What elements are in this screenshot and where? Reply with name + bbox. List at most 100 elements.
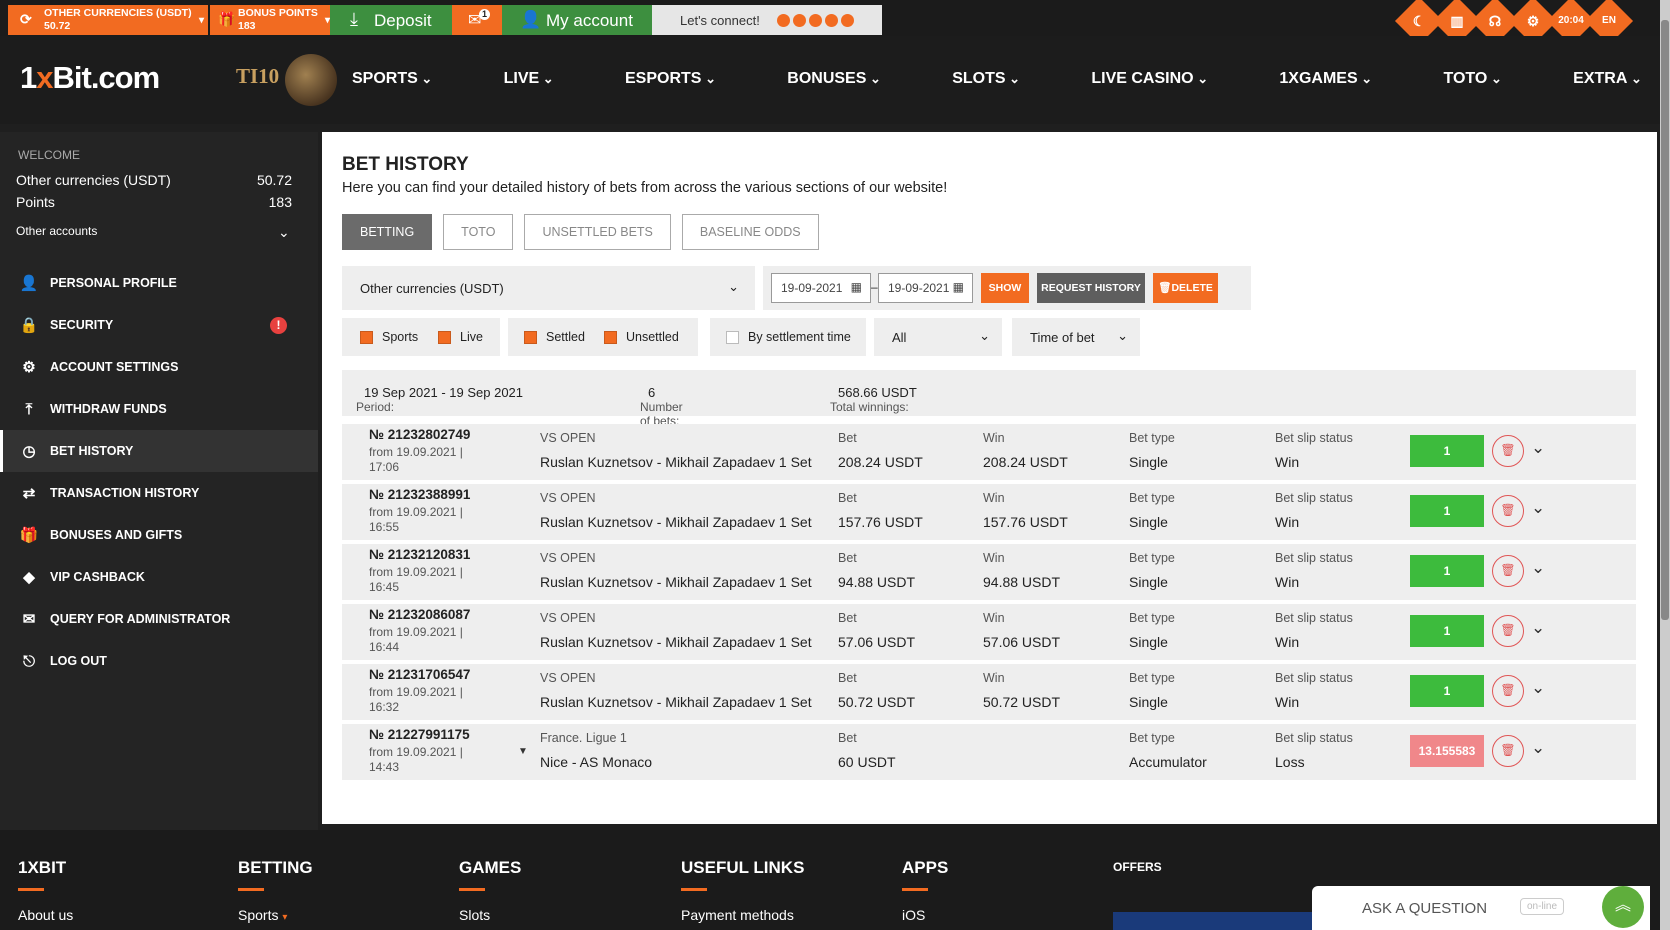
footer-link[interactable]: Slots [459, 907, 521, 923]
download-icon: ⤓ [350, 9, 358, 29]
scrollbar-thumb[interactable] [1661, 20, 1669, 620]
chevron-down-icon[interactable]: ⌄ [278, 224, 290, 241]
chevron-down-icon[interactable]: ⌄ [1531, 618, 1545, 638]
instagram-icon[interactable] [809, 14, 822, 28]
all-dropdown[interactable]: All ⌄ [874, 318, 1002, 356]
table-row[interactable]: № 21232086087 from 19.09.2021 | 16:44 VS O… [342, 604, 1636, 660]
bets-count-value: 6 [648, 385, 656, 400]
bet-odds-badge[interactable]: 13.155583 [1410, 735, 1484, 767]
tab-baseline-odds[interactable]: BASELINE ODDS [681, 214, 819, 250]
delete-bet-button[interactable]: 🗑 [1492, 435, 1524, 467]
sidebar-item-bet-history[interactable]: ◷ BET HISTORY [0, 430, 318, 472]
delete-button[interactable]: 🗑DELETE [1153, 273, 1218, 303]
bet-odds-badge[interactable]: 1 [1410, 435, 1484, 467]
footer-link[interactable]: About us [18, 907, 73, 923]
win-amount-label: Win [983, 671, 1005, 685]
currency-dropdown[interactable]: Other currencies (USDT) ⌄ [342, 266, 755, 310]
sidebar-item-personal-profile[interactable]: 👤 PERSONAL PROFILE [0, 262, 318, 304]
reddit-icon[interactable] [777, 14, 790, 28]
bet-odds-badge[interactable]: 1 [1410, 675, 1484, 707]
settlement-time-checkbox[interactable]: By settlement time [726, 330, 851, 345]
nav-sports[interactable]: SPORTS [352, 70, 432, 94]
table-row[interactable]: № 21232120831 from 19.09.2021 | 16:45 VS O… [342, 544, 1636, 600]
tab-unsettled-bets[interactable]: UNSETTLED BETS [524, 214, 671, 250]
nav-slots[interactable]: SLOTS [952, 70, 1020, 94]
win-amount: 57.06 USDT [983, 634, 1061, 650]
show-button[interactable]: SHOW [981, 273, 1029, 303]
ti10-text[interactable]: TI10 [236, 64, 279, 89]
tab-toto[interactable]: TOTO [443, 214, 514, 250]
bet-odds-badge[interactable]: 1 [1410, 495, 1484, 527]
nav-toto[interactable]: TOTO [1443, 70, 1501, 94]
sidebar-item-bonuses-and-gifts[interactable]: 🎁 BONUSES AND GIFTS [0, 514, 318, 556]
table-row[interactable]: № 21227991175 from 19.09.2021 | 14:43 Fran… [342, 724, 1636, 780]
unsettled-checkbox[interactable]: Unsettled [604, 330, 679, 345]
delete-bet-button[interactable]: 🗑 [1492, 555, 1524, 587]
page-scrollbar[interactable] [1660, 0, 1670, 930]
currency-selector[interactable]: ⟳ OTHER CURRENCIES (USDT) 50.72 ▾ [8, 5, 208, 35]
delete-bet-button[interactable]: 🗑 [1492, 495, 1524, 527]
time-of-bet-dropdown[interactable]: Time of bet ⌄ [1012, 318, 1140, 356]
bet-type-label: Bet type [1129, 731, 1175, 745]
sidebar-item-vip-cashback[interactable]: ◆ VIP CASHBACK [0, 556, 318, 598]
nav-extra[interactable]: EXTRA [1573, 70, 1642, 94]
bet-odds-badge[interactable]: 1 [1410, 555, 1484, 587]
messages-button[interactable]: ✉ 1 [452, 5, 502, 35]
delete-bet-button[interactable]: 🗑 [1492, 735, 1524, 767]
settled-checkbox[interactable]: Settled [524, 330, 585, 345]
table-row[interactable]: № 21232388991 from 19.09.2021 | 16:55 VS O… [342, 484, 1636, 540]
footer-link[interactable]: iOS [902, 907, 948, 923]
chevron-down-icon[interactable]: ⌄ [1531, 738, 1545, 758]
chevron-down-icon[interactable]: ⌄ [1531, 558, 1545, 578]
chevron-down-icon[interactable]: ⌄ [1531, 498, 1545, 518]
footer-link[interactable]: Payment methods [681, 907, 804, 923]
main-header: 1xBit.com TI10 SPORTS LIVE ESPORTS BONUS… [0, 36, 1670, 124]
chevron-down-icon[interactable]: ⌄ [1531, 438, 1545, 458]
sidebar-item-security[interactable]: 🔒 SECURITY! [0, 304, 318, 346]
youtube-icon[interactable] [825, 14, 838, 28]
delete-bet-button[interactable]: 🗑 [1492, 675, 1524, 707]
nav-live-casino[interactable]: LIVE CASINO [1091, 70, 1208, 94]
delete-bet-button[interactable]: 🗑 [1492, 615, 1524, 647]
bet-status: Win [1275, 574, 1300, 590]
request-history-button[interactable]: REQUEST HISTORY [1037, 273, 1145, 303]
chevron-down-icon[interactable]: ⌄ [1531, 678, 1545, 698]
winnings-summary: Total winnings: 568.66 USDT [830, 385, 917, 414]
caret-down-icon[interactable]: ▼ [518, 746, 528, 757]
sports-checkbox[interactable]: Sports [360, 330, 418, 345]
date-to-input[interactable]: 19-09-2021 ▦ [878, 273, 973, 303]
sidebar-item-log-out[interactable]: ⎋ LOG OUT [0, 640, 318, 682]
nav-bonuses[interactable]: BONUSES [787, 70, 881, 94]
deposit-button[interactable]: ⤓ Deposit [330, 5, 452, 35]
footer-link[interactable]: Sports ▾ [238, 907, 313, 923]
nav-1xgames[interactable]: 1XGAMES [1279, 70, 1372, 94]
scroll-up-icon[interactable]: ︽ [1602, 886, 1644, 928]
telegram-icon[interactable] [841, 14, 854, 28]
date-from-input[interactable]: 19-09-2021 ▦ [771, 273, 871, 303]
sidebar-item-withdraw-funds[interactable]: ⤒ WITHDRAW FUNDS [0, 388, 318, 430]
sidebar-item-transaction-history[interactable]: ⇄ TRANSACTION HISTORY [0, 472, 318, 514]
site-logo[interactable]: 1xBit.com [20, 60, 160, 96]
nav-live[interactable]: LIVE [504, 70, 554, 94]
table-row[interactable]: № 21232802749 from 19.09.2021 | 17:06 VS O… [342, 424, 1636, 480]
sidebar-item-label: WITHDRAW FUNDS [50, 402, 167, 416]
other-accounts[interactable]: Other accounts [16, 224, 97, 238]
twitter-icon[interactable] [793, 14, 806, 28]
bet-amount-label: Bet [838, 551, 857, 565]
ask-question-widget[interactable]: ASK A QUESTION on-line ︽ [1312, 886, 1650, 930]
my-account-button[interactable]: 👤 My account [502, 5, 652, 35]
bet-type: Single [1129, 454, 1168, 470]
offer-banner[interactable] [1113, 912, 1323, 930]
bonus-points-selector[interactable]: 🎁 BONUS POINTS 183 ▾ [210, 5, 334, 35]
sidebar-item-query-admin[interactable]: ✉ QUERY FOR ADMINISTRATOR [0, 598, 318, 640]
tab-betting[interactable]: BETTING [342, 214, 433, 250]
bet-odds-badge[interactable]: 1 [1410, 615, 1484, 647]
nav-esports[interactable]: ESPORTS [625, 70, 716, 94]
bet-league: France. Ligue 1 [540, 731, 627, 745]
table-row[interactable]: № 21231706547 from 19.09.2021 | 16:32 VS O… [342, 664, 1636, 720]
live-checkbox[interactable]: Live [438, 330, 483, 345]
date-to-value: 19-09-2021 [888, 281, 950, 295]
sidebar-item-label: SECURITY [50, 318, 114, 332]
aegis-icon[interactable] [285, 54, 337, 106]
sidebar-item-account-settings[interactable]: ⚙ ACCOUNT SETTINGS [0, 346, 318, 388]
